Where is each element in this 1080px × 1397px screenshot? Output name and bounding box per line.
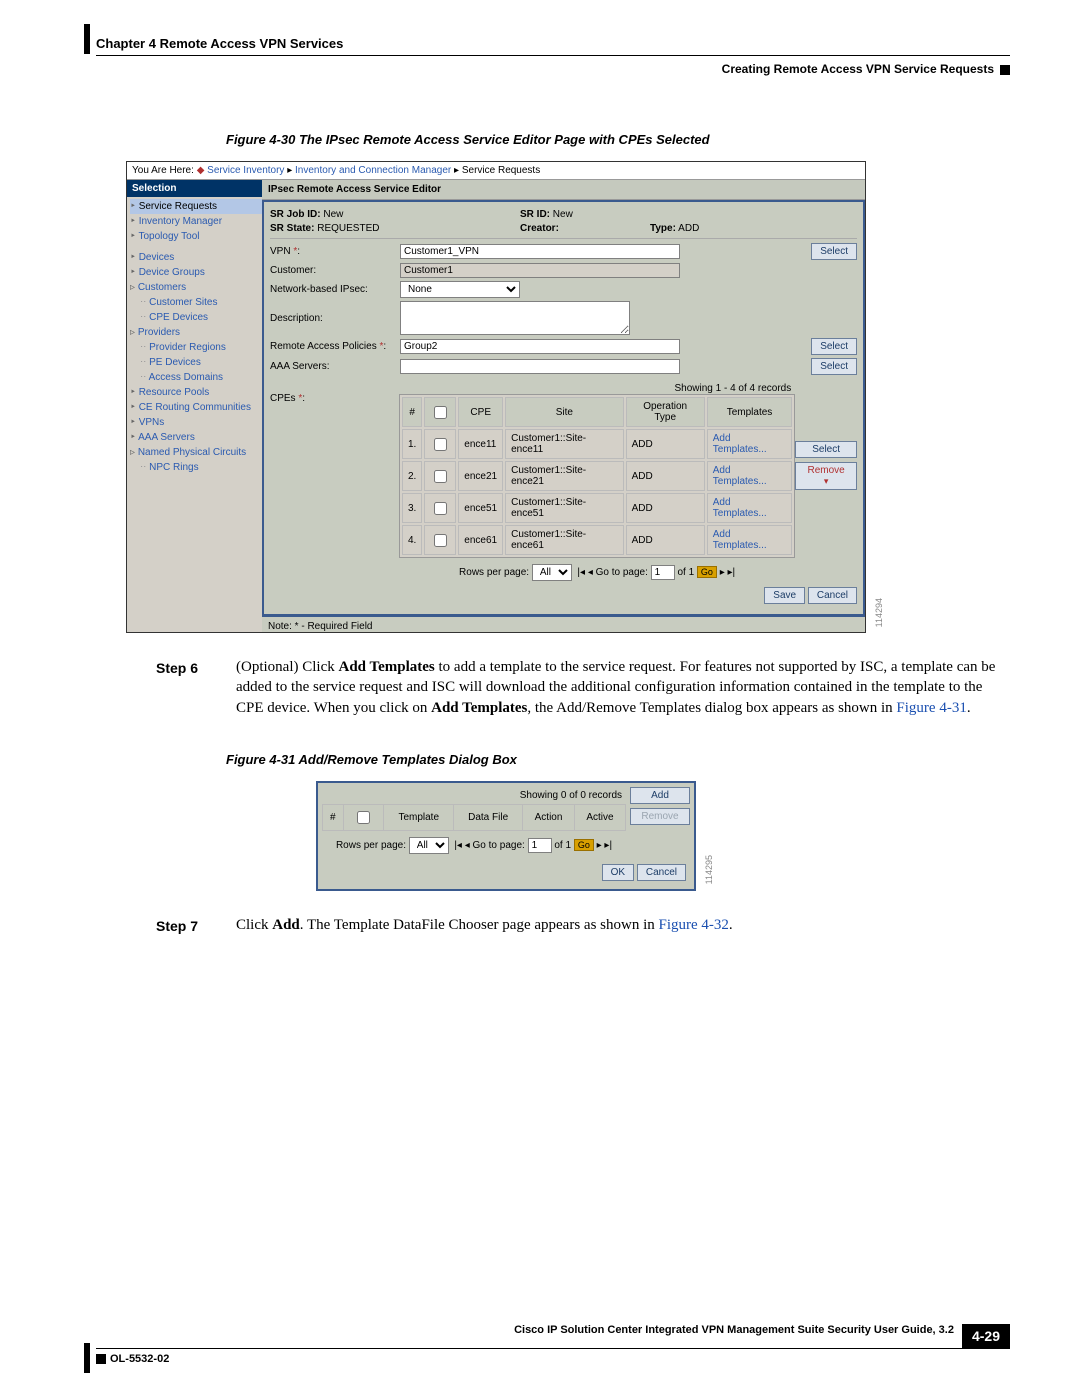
add-templates-link[interactable]: Add Templates... <box>707 429 792 459</box>
pager-2: Rows per page: All |◂ ◂ Go to page: of 1… <box>322 831 626 856</box>
go-button[interactable]: Go <box>697 566 717 578</box>
nav-devices[interactable]: Devices <box>130 250 262 265</box>
rap-select-button[interactable]: Select <box>811 338 857 355</box>
image-number: 114294 <box>874 598 884 627</box>
selection-panel: Selection Service Requests Inventory Man… <box>127 180 262 632</box>
footer-ol: OL-5532-02 <box>96 1353 169 1365</box>
nav-access-domains[interactable]: Access Domains <box>130 370 262 385</box>
vpn-field[interactable] <box>400 244 680 259</box>
select-all-checkbox[interactable] <box>434 406 447 419</box>
cpe-remove-button[interactable]: Remove <box>795 462 857 490</box>
nav-ce-routing[interactable]: CE Routing Communities <box>130 400 262 415</box>
nav-device-groups[interactable]: Device Groups <box>130 265 262 280</box>
selection-header: Selection <box>127 180 262 197</box>
step-6-label: Step 6 <box>156 657 236 718</box>
nav-providers[interactable]: Providers <box>130 325 262 340</box>
table-row: 2.ence21Customer1::Site-ence21ADDAdd Tem… <box>402 461 792 491</box>
row-checkbox[interactable] <box>434 534 447 547</box>
goto-page[interactable] <box>651 565 675 580</box>
rows-per-page[interactable]: All <box>409 837 449 854</box>
figure-4-32-link[interactable]: Figure 4-32 <box>659 917 729 933</box>
add-templates-link[interactable]: Add Templates... <box>707 525 792 555</box>
nav-resource-pools[interactable]: Resource Pools <box>130 385 262 400</box>
row-checkbox[interactable] <box>434 470 447 483</box>
customer-field <box>400 263 680 278</box>
cancel-button[interactable]: Cancel <box>808 587 857 604</box>
nav-vpns[interactable]: VPNs <box>130 415 262 430</box>
templates-table: # Template Data File Action Active <box>322 804 626 831</box>
nav-customer-sites[interactable]: Customer Sites <box>130 295 262 310</box>
nav-cpe-devices[interactable]: CPE Devices <box>130 310 262 325</box>
nav-npc[interactable]: Named Physical Circuits <box>130 445 262 460</box>
record-count-2: Showing 0 of 0 records <box>322 787 626 804</box>
record-count: Showing 1 - 4 of 4 records <box>399 381 795 394</box>
nav-service-requests[interactable]: Service Requests <box>130 199 262 214</box>
figure-4-30-caption: Figure 4-30 The IPsec Remote Access Serv… <box>226 132 1010 147</box>
select-all-checkbox[interactable] <box>357 811 370 824</box>
step-6-body: (Optional) Click Add Templates to add a … <box>236 657 1010 718</box>
breadcrumb-link[interactable]: Inventory and Connection Manager <box>295 165 451 176</box>
description-field[interactable] <box>400 301 630 335</box>
add-templates-link[interactable]: Add Templates... <box>707 461 792 491</box>
rows-per-page[interactable]: All <box>532 564 572 581</box>
section-marker <box>1000 65 1010 75</box>
nav-topology-tool[interactable]: Topology Tool <box>130 229 262 244</box>
add-button[interactable]: Add <box>630 787 690 804</box>
footer-doc-title: Cisco IP Solution Center Integrated VPN … <box>96 1324 954 1336</box>
cpe-table: # CPE Site Operation Type Templates 1.en… <box>399 394 795 558</box>
cpe-select-button[interactable]: Select <box>795 441 857 458</box>
nav-provider-regions[interactable]: Provider Regions <box>130 340 262 355</box>
breadcrumb: You Are Here: ◆ Service Inventory ▸ Inve… <box>127 162 865 180</box>
editor-title: IPsec Remote Access Service Editor <box>262 180 865 200</box>
ok-button[interactable]: OK <box>602 864 634 881</box>
breadcrumb-link[interactable]: Service Inventory <box>207 165 284 176</box>
aaa-select-button[interactable]: Select <box>811 358 857 375</box>
row-checkbox[interactable] <box>434 438 447 451</box>
add-templates-link[interactable]: Add Templates... <box>707 493 792 523</box>
vpn-select-button[interactable]: Select <box>811 243 857 260</box>
go-button[interactable]: Go <box>574 839 594 851</box>
nav-inventory-manager[interactable]: Inventory Manager <box>130 214 262 229</box>
figure-4-31-caption: Figure 4-31 Add/Remove Templates Dialog … <box>226 752 1010 767</box>
cancel-button[interactable]: Cancel <box>637 864 686 881</box>
step-7-label: Step 7 <box>156 915 236 936</box>
page-number: 4-29 <box>962 1324 1010 1348</box>
figure-4-31-link[interactable]: Figure 4-31 <box>896 700 966 716</box>
table-row: 1.ence11Customer1::Site-ence11ADDAdd Tem… <box>402 429 792 459</box>
chapter-heading: Chapter 4 Remote Access VPN Services <box>96 36 1010 51</box>
pager: Rows per page: All |◂ ◂ Go to page: of 1… <box>399 558 795 583</box>
goto-page[interactable] <box>528 838 552 853</box>
remove-button-disabled: Remove <box>630 808 690 825</box>
nav-pe-devices[interactable]: PE Devices <box>130 355 262 370</box>
aaa-field[interactable] <box>400 359 680 374</box>
image-number: 114295 <box>704 855 714 884</box>
nav-aaa-servers[interactable]: AAA Servers <box>130 430 262 445</box>
row-checkbox[interactable] <box>434 502 447 515</box>
save-button[interactable]: Save <box>764 587 805 604</box>
nav-npc-rings[interactable]: NPC Rings <box>130 460 262 475</box>
nav-customers[interactable]: Customers <box>130 280 262 295</box>
table-row: 3.ence51Customer1::Site-ence51ADDAdd Tem… <box>402 493 792 523</box>
section-heading: Creating Remote Access VPN Service Reque… <box>96 62 1010 76</box>
table-row: 4.ence61Customer1::Site-ence61ADDAdd Tem… <box>402 525 792 555</box>
ipsec-select[interactable]: None <box>400 281 520 298</box>
rap-field[interactable] <box>400 339 680 354</box>
required-note: Note: * - Required Field <box>262 617 865 632</box>
step-7-body: Click Add. The Template DataFile Chooser… <box>236 915 1010 936</box>
